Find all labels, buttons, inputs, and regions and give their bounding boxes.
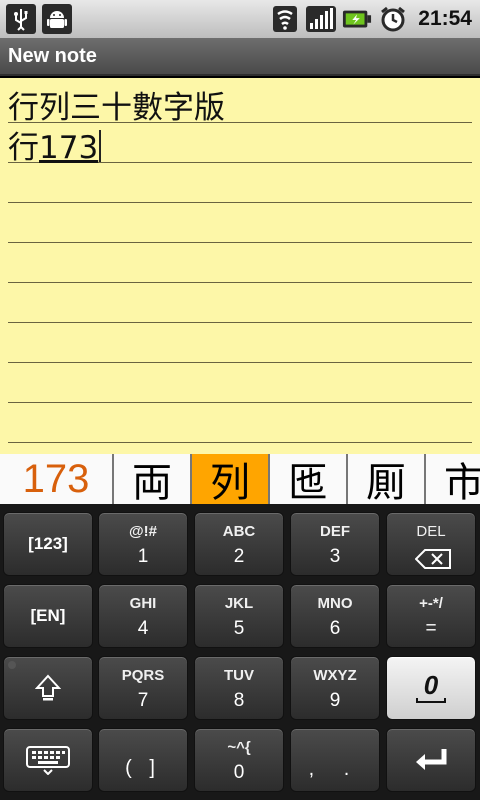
note-line-1-text: 行列三十數字版 [8, 90, 225, 126]
wifi-icon [270, 4, 300, 34]
key-1[interactable]: @!# 1 [98, 512, 188, 576]
clock: 21:54 [418, 7, 472, 30]
note-editor[interactable]: 行列三十數字版 行173 [0, 78, 480, 454]
key-9[interactable]: WXYZ 9 [290, 656, 380, 720]
candidate-bar: 173 両 列 匜 厠 市 [0, 454, 480, 504]
key-brackets[interactable]: ( ] [98, 728, 188, 792]
key-8[interactable]: TUV 8 [194, 656, 284, 720]
note-rule-line [8, 242, 472, 243]
note-line-1[interactable]: 行列三十數字版 [8, 88, 225, 128]
key-top-label: WXYZ [313, 667, 357, 684]
note-line-2-text: 行 [8, 130, 39, 166]
key-label: [EN] [30, 606, 66, 625]
status-bar: 21:54 [0, 0, 480, 38]
note-rule-line [8, 322, 472, 323]
key-top-label: TUV [224, 667, 254, 684]
key-punctuation[interactable]: , . [290, 728, 380, 792]
candidate-item[interactable]: 匜 [268, 454, 346, 504]
signal-icon [306, 4, 337, 34]
candidate-item[interactable]: 市 [424, 454, 480, 504]
key-main-label: 0 [423, 670, 439, 700]
backspace-icon [415, 549, 451, 569]
key-main-label: 7 [137, 690, 149, 711]
key-top-label: ABC [222, 523, 256, 540]
enter-icon [387, 729, 475, 791]
page-title: New note [8, 45, 97, 67]
key-main-label: , . [308, 757, 362, 780]
key-top-label: GHI [129, 595, 157, 612]
key-main-label: 6 [329, 618, 341, 639]
keyboard-icon [4, 729, 92, 791]
note-line-2[interactable]: 行173 [8, 128, 102, 168]
text-cursor [99, 130, 102, 162]
key-main-label: 0 [233, 762, 245, 783]
candidate-item-selected[interactable]: 列 [190, 454, 268, 504]
note-rule-line [8, 402, 472, 403]
key-2[interactable]: ABC 2 [194, 512, 284, 576]
key-top-label: ~^{ [227, 739, 251, 756]
note-rule-line [8, 282, 472, 283]
key-6[interactable]: MNO 6 [290, 584, 380, 648]
keyboard: [123] @!# 1 ABC 2 DEF 3 DEL [EN] GHI 4 J… [0, 504, 480, 800]
key-symbols-0[interactable]: ~^{ 0 [194, 728, 284, 792]
key-main-label: 1 [137, 546, 149, 567]
key-5[interactable]: JKL 5 [194, 584, 284, 648]
key-123[interactable]: [123] [3, 512, 93, 576]
enter-key[interactable] [386, 728, 476, 792]
key-main-label: 8 [233, 690, 245, 711]
space-underline-icon [416, 698, 446, 703]
usb-icon [6, 4, 36, 34]
key-main-label: ( ] [125, 756, 161, 779]
note-rule-line [8, 362, 472, 363]
key-label: [123] [28, 534, 68, 553]
shift-icon [4, 657, 92, 719]
alarm-icon [378, 4, 408, 34]
candidate-item[interactable]: 173 [0, 454, 112, 504]
battery-charging-icon [342, 4, 372, 34]
key-en[interactable]: [EN] [3, 584, 93, 648]
note-rule-line [8, 202, 472, 203]
key-main-label: 4 [137, 618, 149, 639]
key-top-label: PQRS [121, 667, 165, 684]
candidate-item[interactable]: 両 [112, 454, 190, 504]
key-main-label: 3 [329, 546, 341, 567]
composing-text: 173 [39, 130, 99, 166]
key-top-label: MNO [317, 595, 353, 612]
delete-key[interactable]: DEL [386, 512, 476, 576]
key-main-label: 9 [329, 690, 341, 711]
title-bar: New note [0, 38, 480, 76]
key-top-label: +-*/ [419, 595, 443, 612]
shift-key[interactable] [3, 656, 93, 720]
note-rule-line [8, 442, 472, 443]
android-debug-icon [42, 4, 72, 34]
key-top-label: @!# [129, 523, 157, 540]
key-4[interactable]: GHI 4 [98, 584, 188, 648]
keyboard-switch-key[interactable] [3, 728, 93, 792]
key-top-label: DEF [320, 523, 350, 540]
key-7[interactable]: PQRS 7 [98, 656, 188, 720]
key-0[interactable]: 0 [386, 656, 476, 720]
key-main-label: 2 [233, 546, 245, 567]
key-operators[interactable]: +-*/ = [386, 584, 476, 648]
key-0-label-wrap: 0 [387, 657, 475, 719]
key-main-label: 5 [233, 618, 245, 639]
key-top-label: DEL [416, 523, 446, 540]
key-3[interactable]: DEF 3 [290, 512, 380, 576]
key-top-label: JKL [224, 595, 254, 612]
key-main-label: = [425, 618, 437, 639]
candidate-item[interactable]: 厠 [346, 454, 424, 504]
